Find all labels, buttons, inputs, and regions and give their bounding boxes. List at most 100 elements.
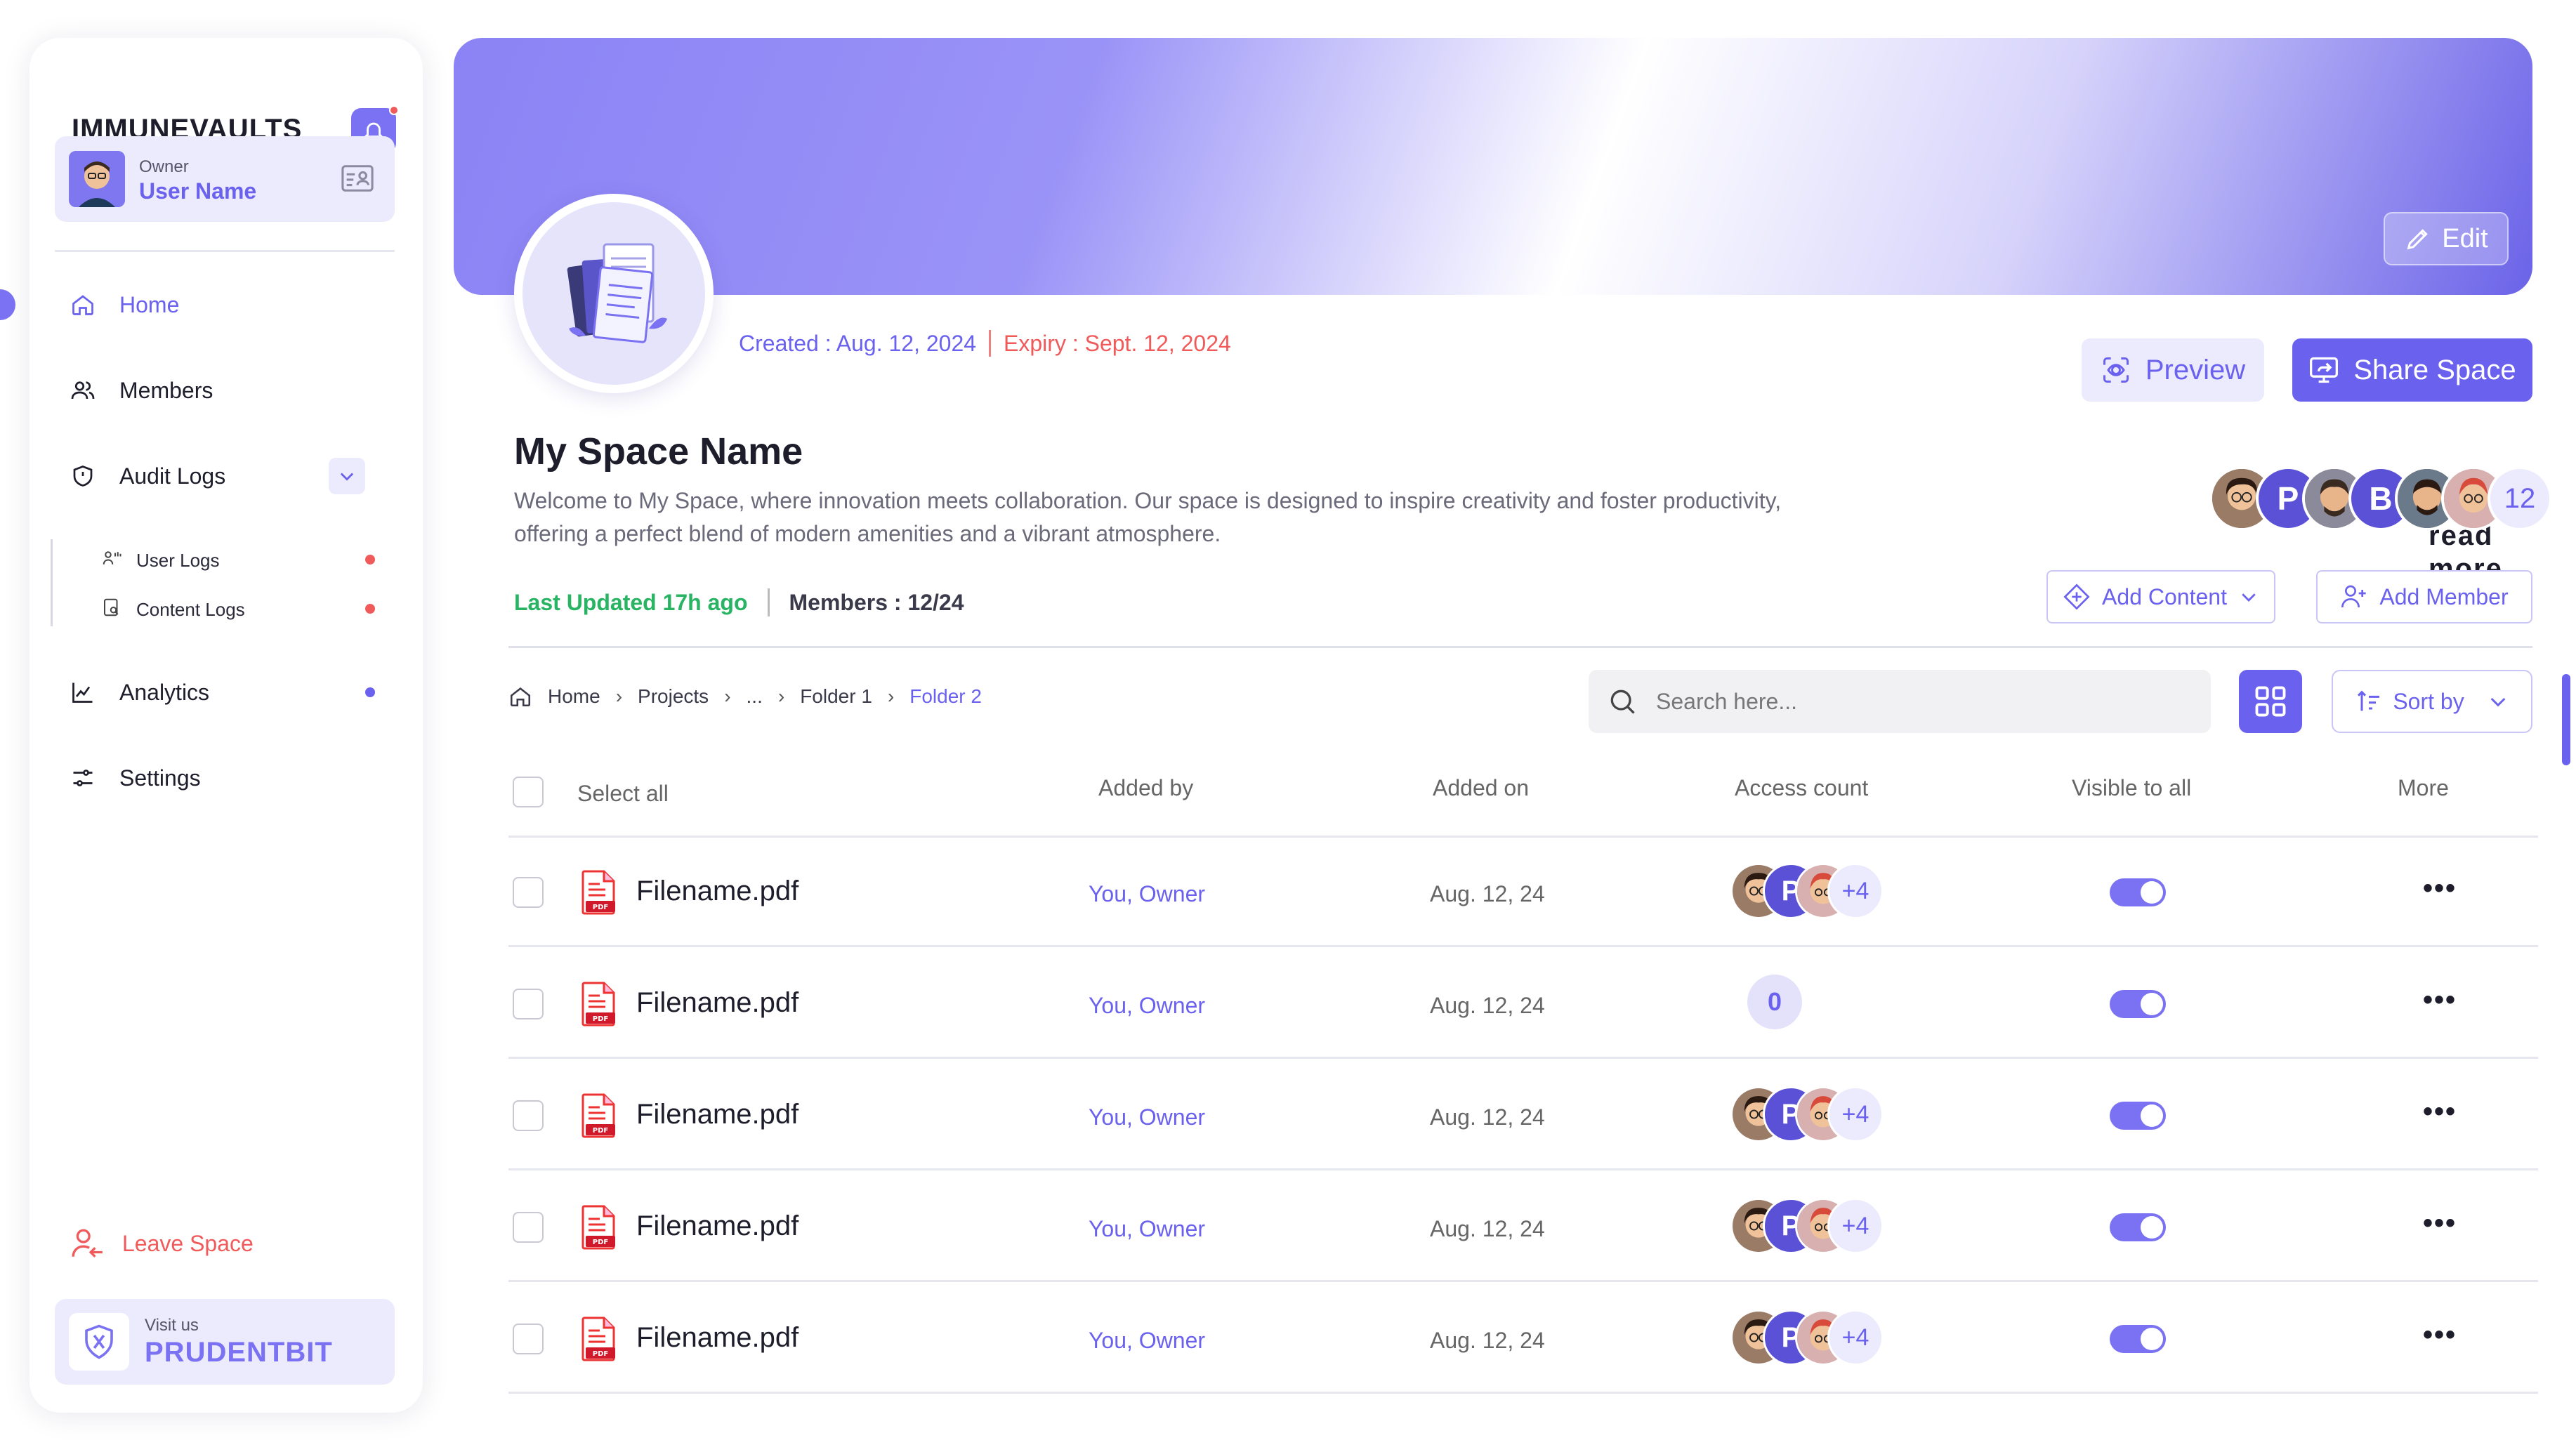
file-name[interactable]: Filename.pdf <box>636 1210 799 1242</box>
added-by: You, Owner <box>1089 1216 1206 1241</box>
id-card-icon[interactable] <box>341 164 374 192</box>
edit-banner-button[interactable]: Edit <box>2384 212 2509 265</box>
preview-button[interactable]: Preview <box>2082 338 2264 402</box>
row-checkbox[interactable] <box>513 989 544 1019</box>
sidebar-subitem-content-logs[interactable]: Content Logs <box>101 595 245 623</box>
row-checkbox[interactable] <box>513 1212 544 1243</box>
owner-card[interactable]: Owner User Name <box>55 136 395 222</box>
documents-illustration-icon <box>567 243 667 343</box>
added-by: You, Owner <box>1089 881 1206 906</box>
share-space-label: Share Space <box>2353 354 2516 385</box>
add-member-button[interactable]: Add Member <box>2316 570 2532 623</box>
add-member-label: Add Member <box>2379 583 2509 609</box>
sidebar-item-settings[interactable]: Settings <box>67 757 201 799</box>
breadcrumb-item-folder-2[interactable]: Folder 2 <box>909 685 982 708</box>
more-options-button[interactable]: ••• <box>2423 1208 2457 1239</box>
table-row[interactable]: PDF Filename.pdf You, Owner Aug. 12, 24 … <box>508 838 2538 947</box>
visible-to-all-toggle[interactable] <box>2110 1325 2166 1353</box>
access-count[interactable]: 0 <box>1730 975 1802 1031</box>
sort-by-dropdown[interactable]: Sort by <box>2332 670 2532 733</box>
search-icon <box>1610 689 1635 714</box>
access-count[interactable]: P +4 <box>1730 1198 1884 1254</box>
added-on: Aug. 12, 24 <box>1430 881 1545 906</box>
space-meta: Last Updated 17h ago Members : 12/24 <box>514 588 964 616</box>
added-by: You, Owner <box>1089 1328 1206 1353</box>
access-count[interactable]: P +4 <box>1730 863 1884 919</box>
sidebar-item-label: Analytics <box>119 679 210 705</box>
active-nav-marker <box>0 289 15 320</box>
sidebar-subitem-user-logs[interactable]: User Logs <box>101 546 220 574</box>
more-options-button[interactable]: ••• <box>2423 1319 2457 1351</box>
visit-us-card[interactable]: Visit us PRUDENTBIT <box>55 1299 395 1385</box>
added-by: You, Owner <box>1089 1104 1206 1130</box>
select-all-label: Select all <box>577 781 669 806</box>
scrollbar-thumb[interactable] <box>2562 674 2570 765</box>
column-header-visible: Visible to all <box>2072 775 2192 800</box>
row-checkbox[interactable] <box>513 877 544 908</box>
search-input[interactable] <box>1656 688 2190 715</box>
home-icon <box>67 289 98 320</box>
svg-text:PDF: PDF <box>593 904 608 911</box>
access-count[interactable]: P +4 <box>1730 1086 1884 1142</box>
chevron-down-icon <box>340 473 354 481</box>
row-checkbox[interactable] <box>513 1324 544 1354</box>
breadcrumb-item-ellipsis[interactable]: ... <box>747 685 763 708</box>
home-icon[interactable] <box>508 685 532 708</box>
audit-logs-toggle[interactable] <box>329 458 365 494</box>
added-on: Aug. 12, 24 <box>1430 1328 1545 1353</box>
pencil-icon <box>2407 229 2429 250</box>
table-row[interactable]: PDF Filename.pdf You, Owner Aug. 12, 24 … <box>508 1173 2538 1282</box>
sidebar: IMMUNEVAULTS Owner User Name <box>29 38 423 1413</box>
file-name[interactable]: Filename.pdf <box>636 876 799 907</box>
table-row[interactable]: PDF Filename.pdf You, Owner Aug. 12, 24 … <box>508 949 2538 1059</box>
content-log-icon <box>101 597 122 623</box>
sidebar-item-label: Home <box>119 291 180 317</box>
grid-view-button[interactable] <box>2239 670 2302 733</box>
chevron-down-icon <box>2242 593 2256 602</box>
file-name[interactable]: Filename.pdf <box>636 987 799 1019</box>
members-avatar-stack[interactable]: P B 12 <box>2209 466 2552 531</box>
pdf-file-icon: PDF <box>581 1205 615 1250</box>
sidebar-item-home[interactable]: Home <box>67 284 179 326</box>
visible-to-all-toggle[interactable] <box>2110 990 2166 1018</box>
user-logs-badge <box>365 555 375 565</box>
leave-space-label: Leave Space <box>122 1230 254 1256</box>
sidebar-item-members[interactable]: Members <box>67 369 213 411</box>
pdf-file-icon: PDF <box>581 870 615 915</box>
file-name[interactable]: Filename.pdf <box>636 1322 799 1354</box>
file-name[interactable]: Filename.pdf <box>636 1099 799 1130</box>
table-row[interactable]: PDF Filename.pdf You, Owner Aug. 12, 24 … <box>508 1061 2538 1170</box>
leave-space-button[interactable]: Leave Space <box>70 1226 254 1261</box>
chevron-right-icon: › <box>724 685 731 707</box>
chart-icon <box>67 677 98 708</box>
edit-label: Edit <box>2442 223 2488 253</box>
chevron-right-icon: › <box>887 685 895 707</box>
prudentbit-logo-icon <box>69 1313 129 1371</box>
row-checkbox[interactable] <box>513 1100 544 1131</box>
breadcrumb: Home › Projects › ... › Folder 1 › Folde… <box>508 685 982 708</box>
breadcrumb-item-folder-1[interactable]: Folder 1 <box>800 685 872 708</box>
more-options-button[interactable]: ••• <box>2423 984 2457 1016</box>
pdf-file-icon: PDF <box>581 982 615 1027</box>
visible-to-all-toggle[interactable] <box>2110 1213 2166 1241</box>
more-options-button[interactable]: ••• <box>2423 1096 2457 1128</box>
share-space-button[interactable]: Share Space <box>2292 338 2532 402</box>
subitem-label: Content Logs <box>136 598 245 620</box>
sidebar-item-analytics[interactable]: Analytics <box>67 671 209 713</box>
access-count[interactable]: P +4 <box>1730 1309 1884 1366</box>
add-content-button[interactable]: Add Content <box>2046 570 2275 623</box>
table-row[interactable]: PDF Filename.pdf You, Owner Aug. 12, 24 … <box>508 1284 2538 1394</box>
sidebar-item-audit-logs[interactable]: Audit Logs <box>67 455 225 497</box>
select-all-checkbox[interactable] <box>513 777 544 807</box>
leave-user-icon <box>72 1229 103 1258</box>
visible-to-all-toggle[interactable] <box>2110 878 2166 906</box>
breadcrumb-item-projects[interactable]: Projects <box>638 685 709 708</box>
breadcrumb-item-home[interactable]: Home <box>548 685 600 708</box>
user-log-icon <box>101 548 122 574</box>
more-options-button[interactable]: ••• <box>2423 873 2457 904</box>
visible-to-all-toggle[interactable] <box>2110 1102 2166 1130</box>
added-on: Aug. 12, 24 <box>1430 993 1545 1018</box>
column-header-added-on: Added on <box>1433 775 1530 800</box>
space-dates: Created : Aug. 12, 2024 Expiry : Sept. 1… <box>739 330 1231 357</box>
monitor-share-icon <box>2310 357 2339 383</box>
